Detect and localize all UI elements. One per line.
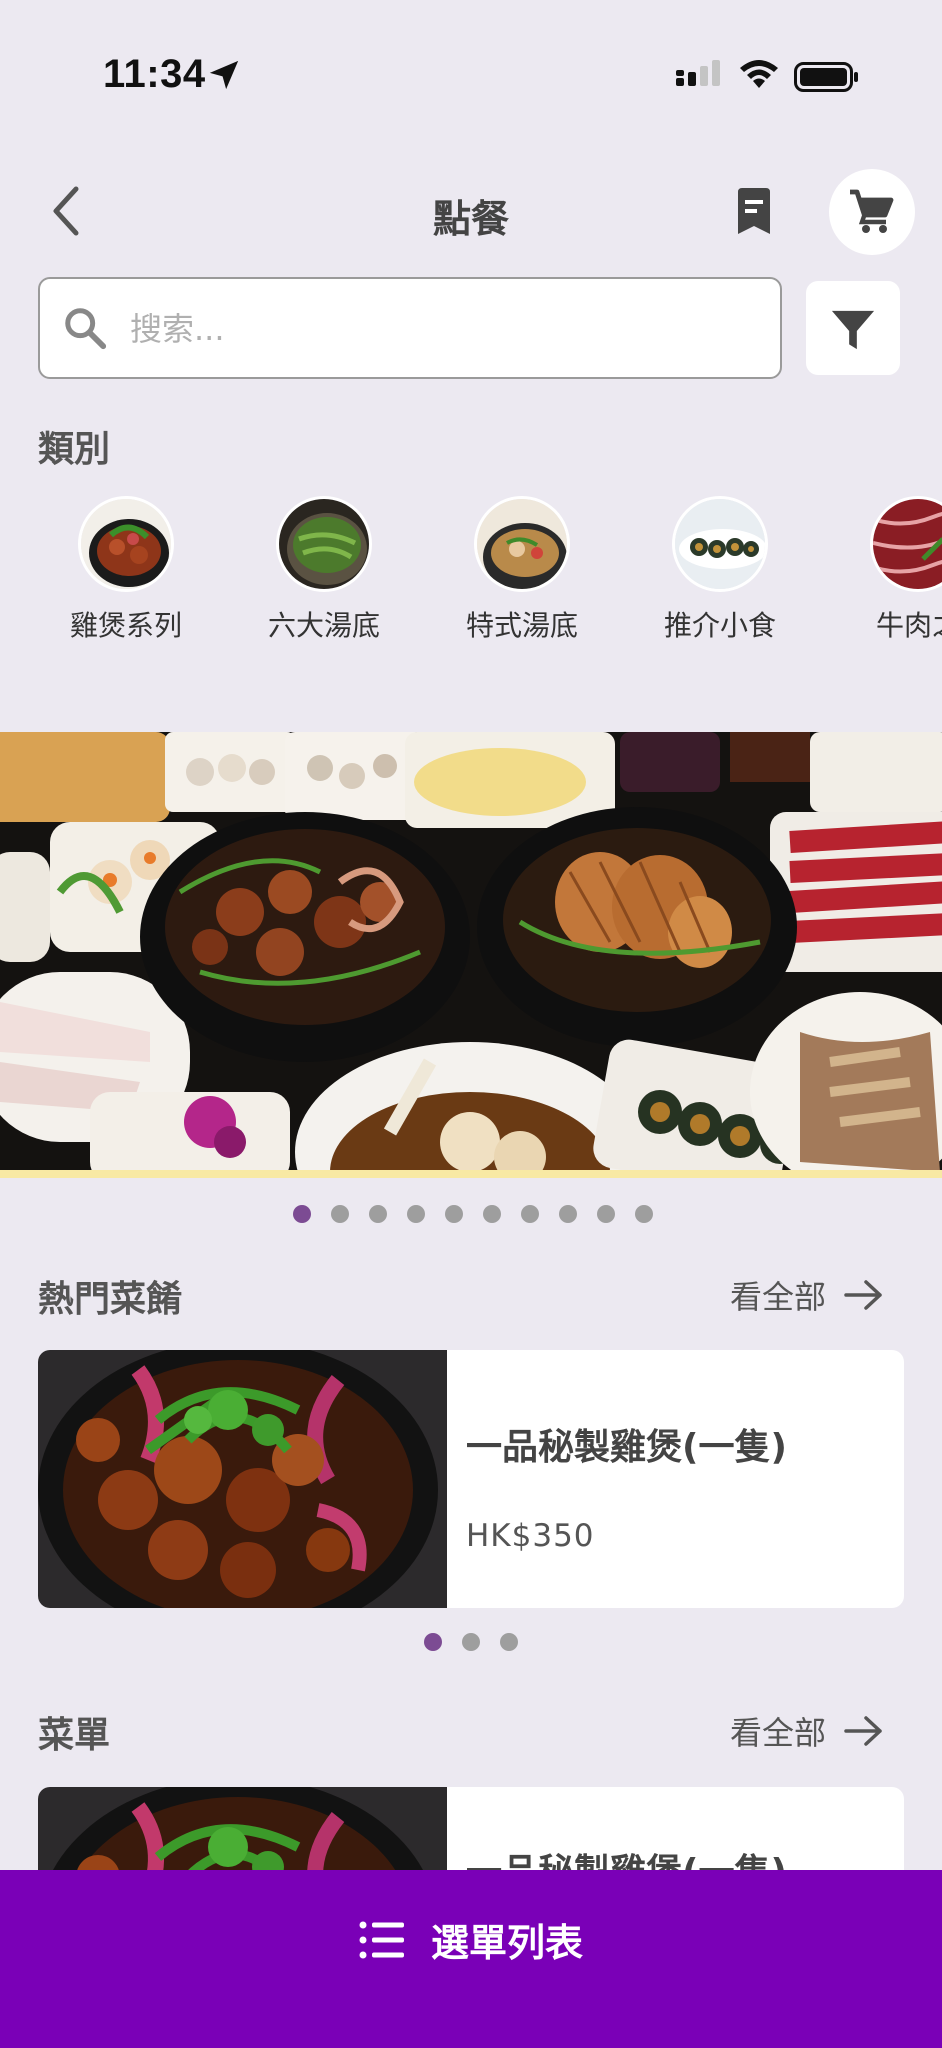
pagination-dot[interactable] <box>483 1205 501 1223</box>
banner-bottom-strip <box>0 1170 942 1178</box>
popular-see-all-link[interactable]: 看全部 <box>730 1272 884 1318</box>
popular-pagination[interactable] <box>424 1633 518 1651</box>
cart-button[interactable] <box>829 169 915 255</box>
shopping-cart-icon <box>850 189 894 233</box>
status-time: 11:34 <box>103 52 206 96</box>
search-icon <box>65 308 107 350</box>
search-box[interactable] <box>38 277 782 379</box>
pagination-dot[interactable] <box>424 1633 442 1651</box>
category-item-soup-bases[interactable]: 六大湯底 <box>225 496 423 644</box>
category-label: 六大湯底 <box>267 609 380 642</box>
category-image <box>870 496 942 592</box>
promo-banner[interactable] <box>0 732 942 1178</box>
menu-heading: 菜單 <box>38 1715 111 1756</box>
banner-food-image <box>0 732 942 1178</box>
category-label: 雞煲系列 <box>69 609 182 642</box>
dish-name: 一品秘製雞煲(一隻) <box>466 1427 787 1468</box>
location-arrow-icon <box>209 60 239 90</box>
category-label: 特式湯底 <box>465 609 578 642</box>
list-icon <box>359 1921 404 1958</box>
arrow-right-icon <box>844 1716 882 1746</box>
category-item-chicken-pot[interactable]: 雞煲系列 <box>27 496 225 644</box>
pagination-dot[interactable] <box>331 1205 349 1223</box>
wifi-icon <box>740 60 778 88</box>
pagination-dot[interactable] <box>407 1205 425 1223</box>
categories-heading: 類別 <box>38 429 111 470</box>
pagination-dot[interactable] <box>521 1205 539 1223</box>
bottom-bar-label: 選單列表 <box>430 1921 583 1965</box>
pagination-dot[interactable] <box>462 1633 480 1651</box>
dish-image <box>38 1350 447 1608</box>
banner-pagination[interactable] <box>293 1205 653 1223</box>
category-item-special-soup[interactable]: 特式湯底 <box>423 496 621 644</box>
receipt-icon[interactable] <box>734 188 774 236</box>
category-label: 推介小食 <box>663 609 776 642</box>
bottom-menu-bar[interactable]: 選單列表 <box>0 1870 942 2048</box>
category-image <box>276 496 372 592</box>
popular-heading: 熱門菜餚 <box>38 1279 183 1320</box>
status-bar: 11:34 <box>0 0 942 150</box>
pagination-dot[interactable] <box>369 1205 387 1223</box>
category-image <box>672 496 768 592</box>
cellular-signal-icon <box>676 60 720 86</box>
dish-price: HK$350 <box>466 1518 595 1554</box>
see-all-label: 看全部 <box>730 1714 827 1752</box>
category-item-beef[interactable]: 牛肉之 <box>819 496 942 644</box>
arrow-right-icon <box>844 1280 882 1310</box>
category-image <box>474 496 570 592</box>
pagination-dot[interactable] <box>597 1205 615 1223</box>
pagination-dot[interactable] <box>500 1633 518 1651</box>
category-image <box>78 496 174 592</box>
pagination-dot[interactable] <box>635 1205 653 1223</box>
page-title: 點餐 <box>432 197 509 241</box>
filter-funnel-icon <box>831 310 875 350</box>
popular-dish-card[interactable]: 一品秘製雞煲(一隻) HK$350 <box>38 1350 904 1608</box>
pagination-dot[interactable] <box>293 1205 311 1223</box>
pagination-dot[interactable] <box>445 1205 463 1223</box>
search-input[interactable] <box>130 299 750 359</box>
filter-button[interactable] <box>806 281 900 375</box>
menu-see-all-link[interactable]: 看全部 <box>730 1708 884 1754</box>
pagination-dot[interactable] <box>559 1205 577 1223</box>
see-all-label: 看全部 <box>730 1278 827 1316</box>
category-label: 牛肉之 <box>875 609 942 642</box>
category-item-snacks[interactable]: 推介小食 <box>621 496 819 644</box>
battery-icon <box>794 62 858 92</box>
